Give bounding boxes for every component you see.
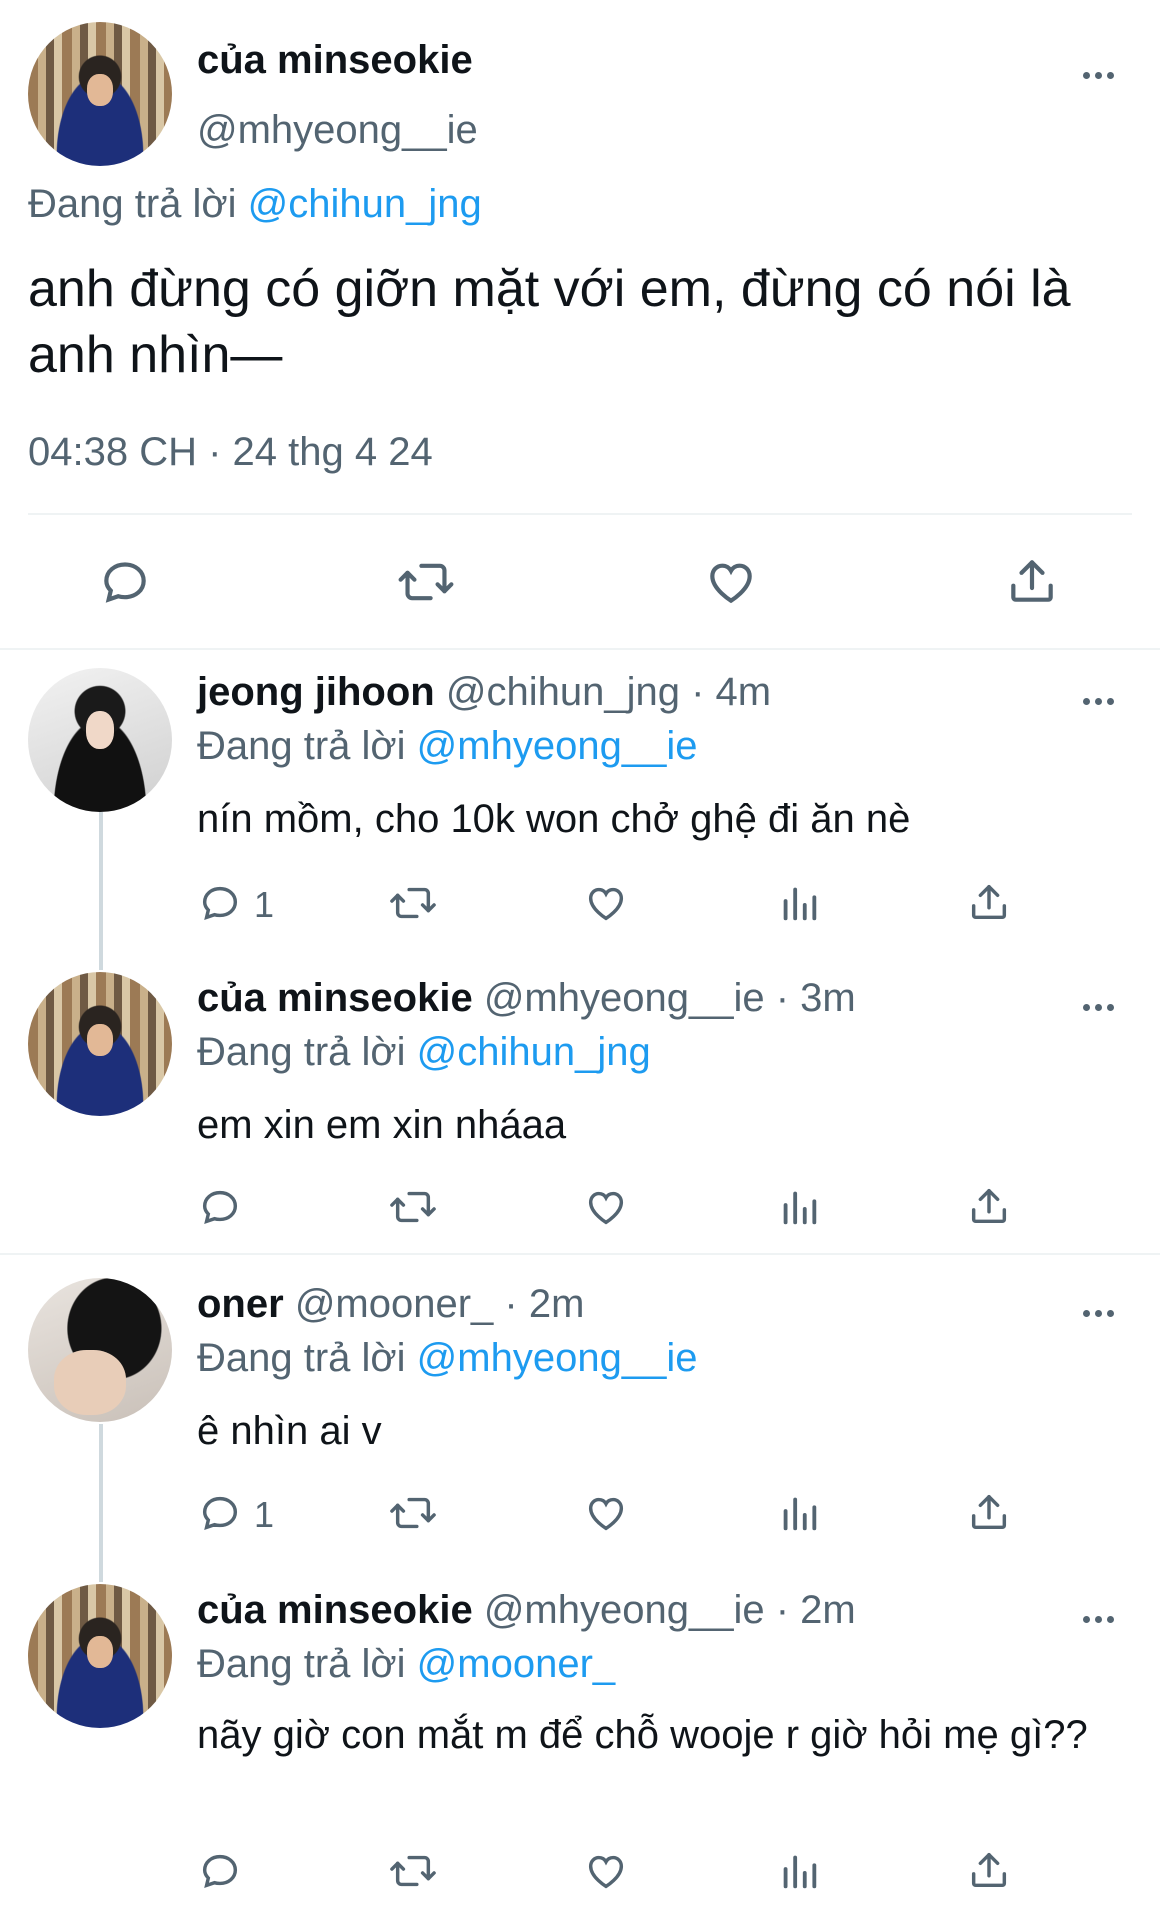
- retweet-icon[interactable]: [388, 1848, 438, 1894]
- handle-time[interactable]: @mooner_ · 2m: [295, 1282, 585, 1326]
- avatar[interactable]: [28, 668, 172, 812]
- replying-prefix: Đang trả lời: [28, 182, 237, 226]
- reply-icon[interactable]: [197, 880, 243, 926]
- reply-icon[interactable]: [197, 1848, 243, 1894]
- views-icon[interactable]: [776, 880, 822, 926]
- replying-to-line: Đang trả lời @mhyeong__ie: [197, 1336, 697, 1381]
- handle-time[interactable]: @chihun_jng · 4m: [446, 670, 771, 714]
- replying-prefix: Đang trả lời: [197, 1030, 406, 1074]
- reply-count: 1: [254, 1494, 275, 1535]
- thread-line: [99, 1424, 103, 1582]
- reply-icon[interactable]: [197, 1490, 243, 1536]
- display-name[interactable]: của minseokie: [197, 38, 473, 83]
- tweet-text: anh đừng có giỡn mặt với em, đừng có nói…: [28, 260, 1071, 384]
- replying-to-line: Đang trả lời @mhyeong__ie: [197, 724, 697, 769]
- more-icon[interactable]: [1083, 66, 1119, 84]
- reply-icon[interactable]: [97, 554, 153, 610]
- like-icon[interactable]: [582, 1490, 630, 1536]
- like-icon[interactable]: [582, 1184, 630, 1230]
- reply-count: 1: [254, 884, 275, 925]
- reply-text: nãy giờ con mắt m để chỗ wooje r giờ hỏi…: [197, 1713, 1088, 1757]
- timestamp-divider: [28, 513, 1132, 515]
- like-icon[interactable]: [582, 1848, 630, 1894]
- reply-header: của minseokie @mhyeong__ie · 3m: [197, 976, 856, 1021]
- reply-header: jeong jihoon @chihun_jng · 4m: [197, 670, 771, 715]
- handle-time[interactable]: @mhyeong__ie · 2m: [484, 1588, 856, 1632]
- share-icon[interactable]: [966, 1488, 1012, 1536]
- handle-time[interactable]: @mhyeong__ie · 3m: [484, 976, 856, 1020]
- avatar[interactable]: [28, 22, 172, 166]
- section-divider: [0, 648, 1160, 650]
- share-icon[interactable]: [966, 1182, 1012, 1230]
- replying-to-link[interactable]: @mooner_: [417, 1642, 615, 1686]
- replying-to-line: Đang trả lời @chihun_jng: [28, 182, 482, 227]
- timestamp[interactable]: 04:38 CH · 24 thg 4 24: [28, 430, 433, 475]
- reply-text: em xin em xin nháaa: [197, 1103, 567, 1147]
- replying-to-line: Đang trả lời @chihun_jng: [197, 1030, 651, 1075]
- retweet-icon[interactable]: [396, 554, 456, 610]
- views-icon[interactable]: [776, 1848, 822, 1894]
- retweet-icon[interactable]: [388, 880, 438, 926]
- display-name[interactable]: oner: [197, 1282, 284, 1326]
- replying-prefix: Đang trả lời: [197, 1642, 406, 1686]
- section-divider: [0, 1253, 1160, 1255]
- reply-text: ê nhìn ai v: [197, 1409, 382, 1453]
- avatar[interactable]: [28, 1584, 172, 1728]
- avatar[interactable]: [28, 972, 172, 1116]
- display-name[interactable]: của minseokie: [197, 1588, 473, 1632]
- replying-to-line: Đang trả lời @mooner_: [197, 1642, 615, 1687]
- avatar[interactable]: [28, 1278, 172, 1422]
- share-icon[interactable]: [1004, 552, 1060, 610]
- reply-header: của minseokie @mhyeong__ie · 2m: [197, 1588, 856, 1633]
- views-icon[interactable]: [776, 1490, 822, 1536]
- share-icon[interactable]: [966, 878, 1012, 926]
- retweet-icon[interactable]: [388, 1184, 438, 1230]
- replying-prefix: Đang trả lời: [197, 724, 406, 768]
- more-icon[interactable]: [1083, 692, 1119, 710]
- replying-to-link[interactable]: @chihun_jng: [417, 1030, 651, 1074]
- more-icon[interactable]: [1083, 1610, 1119, 1628]
- share-icon[interactable]: [966, 1846, 1012, 1894]
- like-icon[interactable]: [582, 880, 630, 926]
- replying-to-link[interactable]: @mhyeong__ie: [417, 1336, 698, 1380]
- replying-prefix: Đang trả lời: [197, 1336, 406, 1380]
- thread-line: [99, 812, 103, 970]
- handle[interactable]: @mhyeong__ie: [197, 108, 478, 153]
- reply-icon[interactable]: [197, 1184, 243, 1230]
- more-icon[interactable]: [1083, 998, 1119, 1016]
- replying-to-link[interactable]: @chihun_jng: [248, 182, 482, 226]
- like-icon[interactable]: [702, 554, 760, 610]
- display-name[interactable]: của minseokie: [197, 976, 473, 1020]
- more-icon[interactable]: [1083, 1304, 1119, 1322]
- reply-header: oner @mooner_ · 2m: [197, 1282, 584, 1327]
- views-icon[interactable]: [776, 1184, 822, 1230]
- reply-text: nín mồm, cho 10k won chở ghệ đi ăn nè: [197, 797, 911, 841]
- retweet-icon[interactable]: [388, 1490, 438, 1536]
- replying-to-link[interactable]: @mhyeong__ie: [417, 724, 698, 768]
- display-name[interactable]: jeong jihoon: [197, 670, 435, 714]
